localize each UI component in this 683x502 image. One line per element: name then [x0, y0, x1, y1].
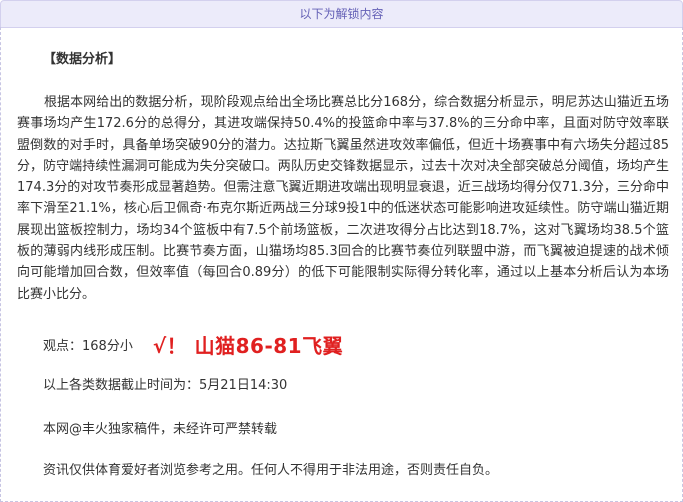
- opinion-row: 观点：168分小 √！ 山猫86-81飞翼: [43, 328, 343, 360]
- unlocked-content-panel: 以下为解锁内容 【数据分析】 根据本网给出的数据分析，现阶段观点给出全场比赛总比…: [0, 0, 683, 502]
- analysis-paragraph: 根据本网给出的数据分析，现阶段观点给出全场比赛总比分168分，综合数据分析显示，…: [17, 95, 669, 302]
- disclaimer-text: 资讯仅供体育爱好者浏览参考之用。任何人不得用于非法用途，否则责任自负。: [43, 463, 499, 478]
- opinion-label: 观点：168分小: [43, 338, 133, 354]
- unlock-header-title: 以下为解锁内容: [299, 7, 384, 21]
- data-cutoff-text: 以上各类数据截止时间为：5月21日14:30: [43, 378, 288, 393]
- unlock-header: 以下为解锁内容: [0, 0, 683, 28]
- section-heading: 【数据分析】: [43, 52, 122, 67]
- result-score: √！ 山猫86-81飞翼: [152, 333, 344, 358]
- article-box: 【数据分析】 根据本网给出的数据分析，现阶段观点给出全场比赛总比分168分，综合…: [0, 27, 683, 502]
- copyright-notice: 本网@丰火独家稿件，未经许可严禁转载: [43, 422, 278, 437]
